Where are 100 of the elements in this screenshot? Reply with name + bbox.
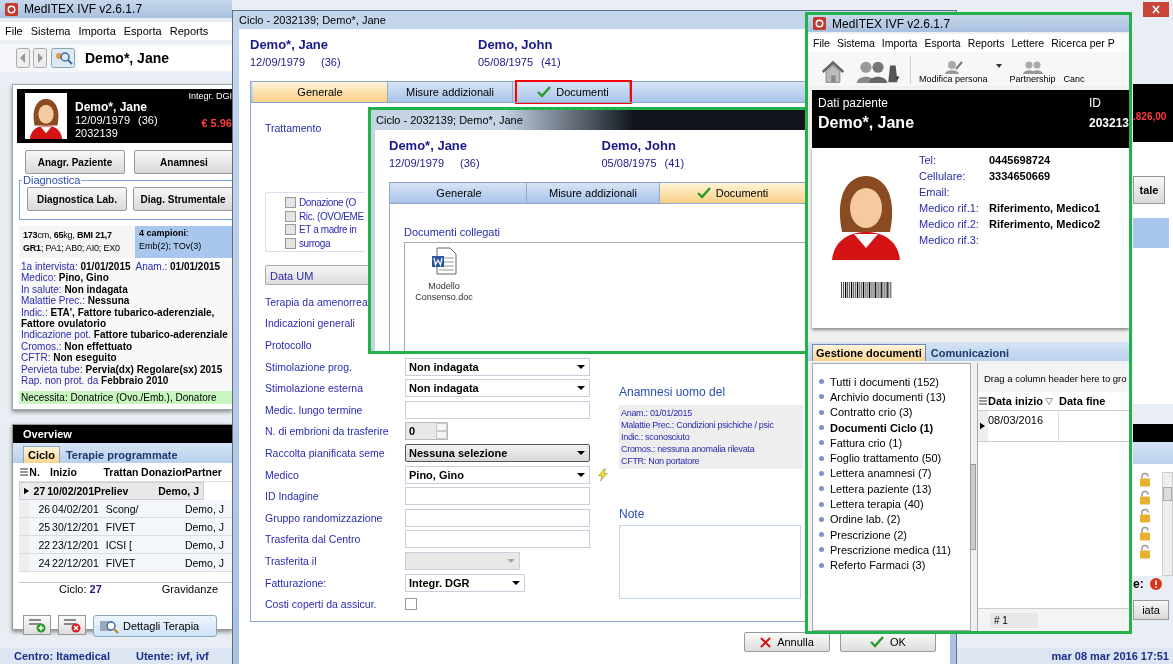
tab[interactable]: Misure addizionali xyxy=(388,82,513,102)
toolbar-button[interactable]: Canc xyxy=(1063,74,1085,84)
table-row[interactable]: 22 23/12/201 ICSI [ Demo, J xyxy=(19,536,232,554)
patient-field[interactable]: Demo*, Jane xyxy=(79,46,232,70)
category-item[interactable]: Lettera anamnesi (7) xyxy=(819,465,970,482)
tab[interactable]: Comunicazioni xyxy=(927,345,1012,361)
file-name[interactable]: Modello Consenso.doc xyxy=(412,281,476,303)
group-hint: Drag a column header here to gro xyxy=(978,363,1129,392)
category-item[interactable]: Foglio trattamento (50) xyxy=(819,450,970,466)
category-item[interactable]: Prescrizione (2) xyxy=(819,526,970,543)
category-item[interactable]: Fattura crio (1) xyxy=(819,435,970,451)
tab[interactable]: Terapie programmate xyxy=(61,447,182,463)
category-item[interactable]: Contratto crio (3) xyxy=(819,404,970,420)
table-row[interactable]: 25 30/12/201 FIVET Demo, J xyxy=(19,518,232,536)
back-button[interactable] xyxy=(16,48,30,68)
column-header[interactable]: Donazior xyxy=(141,466,186,478)
menu-item[interactable]: Ricerca per P xyxy=(1051,37,1115,49)
action-button[interactable]: Anamnesi xyxy=(134,150,232,174)
category-item[interactable]: Prescrizione medica (11) xyxy=(819,542,970,558)
checkbox[interactable] xyxy=(285,197,296,209)
tab[interactable]: Documenti xyxy=(517,82,630,102)
delete-button[interactable] xyxy=(58,615,86,635)
details-button[interactable]: Dettagli Terapia xyxy=(93,615,217,637)
checkbox[interactable] xyxy=(405,598,417,611)
menu-item[interactable]: Reports xyxy=(967,37,1005,49)
date-dropdown[interactable]: Data UM xyxy=(265,265,369,285)
action-button[interactable]: iata xyxy=(1133,600,1169,620)
checkbox[interactable] xyxy=(285,224,296,236)
table-cell-text: Demo, J xyxy=(184,556,225,569)
tab[interactable]: Generale xyxy=(253,82,388,102)
column-header[interactable]: Partner xyxy=(185,466,232,478)
menu-item[interactable]: Lettere xyxy=(1011,37,1045,49)
table-row[interactable]: 27 10/02/201Preliev Demo, J xyxy=(19,482,204,500)
lock-icon xyxy=(1139,490,1151,505)
category-item[interactable]: Referto Farmaci (3) xyxy=(819,557,970,573)
checkbox[interactable] xyxy=(285,237,296,249)
tab[interactable]: Generale xyxy=(392,183,527,203)
input-field[interactable] xyxy=(405,487,590,506)
close-button[interactable] xyxy=(1143,2,1169,17)
search-icon[interactable] xyxy=(50,48,76,68)
menu-item[interactable]: Esporta xyxy=(924,37,961,49)
caret-icon[interactable] xyxy=(995,64,1002,68)
menu-item[interactable]: Sistema xyxy=(836,37,875,49)
ok-button[interactable]: OK xyxy=(840,632,936,652)
category-item[interactable]: Archivio documenti (13) xyxy=(819,389,970,405)
anamnesis-summary: Anam.: 01/01/2015 Malattie Prec.: Condizioni psichiche / psic Indic.: sconosciuto Cromos.: nessuna anomalia rilevata CFTR: Non portatore xyxy=(619,405,803,469)
tab[interactable]: Ciclo xyxy=(23,446,60,463)
dropdown[interactable]: Nessuna selezione xyxy=(405,443,590,462)
menu-item[interactable]: Esporta xyxy=(123,25,162,37)
menu-item[interactable]: File xyxy=(5,25,23,37)
number-field[interactable]: 0 xyxy=(405,422,448,441)
column-chooser-icon[interactable] xyxy=(979,397,987,405)
tab[interactable]: Gestione documenti xyxy=(812,344,926,361)
column-header[interactable]: N. xyxy=(29,466,50,478)
birth-date: 12/09/1979 xyxy=(75,114,131,127)
action-button[interactable]: Diagnostica Lab. xyxy=(27,187,127,211)
column-header[interactable]: Inizio xyxy=(50,466,104,478)
category-item[interactable]: Tutti i documenti (152) xyxy=(819,374,970,390)
forward-button[interactable] xyxy=(33,48,47,68)
scroll-bar[interactable] xyxy=(1161,472,1173,576)
toolbar-button[interactable]: Modifica persona xyxy=(919,60,988,84)
dropdown[interactable]: Integr. DGR xyxy=(405,573,525,592)
menu-item[interactable]: Sistema xyxy=(30,25,71,37)
menu-item[interactable]: File xyxy=(813,37,830,49)
category-item[interactable]: Lettera terapia (40) xyxy=(819,496,970,512)
tab[interactable]: Documenti xyxy=(660,183,806,203)
action-button[interactable]: Anagr. Paziente xyxy=(25,150,125,174)
table-row[interactable]: 26 04/02/201 Scong/ Demo, J xyxy=(19,500,232,518)
cancel-button[interactable]: Annulla xyxy=(744,632,830,652)
add-button[interactable] xyxy=(23,615,51,635)
toolbar-button[interactable]: Partnership xyxy=(1009,60,1056,84)
word-document-icon[interactable] xyxy=(431,247,457,275)
checkbox[interactable] xyxy=(285,210,296,222)
menu-item[interactable]: Importa xyxy=(881,37,918,49)
home-icon[interactable] xyxy=(820,60,846,84)
splitter-handle[interactable] xyxy=(970,464,976,550)
dropdown[interactable]: Pino, Gino xyxy=(405,465,590,484)
menu-item[interactable]: Importa xyxy=(78,25,116,37)
column-chooser-icon[interactable] xyxy=(20,468,29,476)
column-header[interactable]: Data inizio xyxy=(988,395,1043,407)
action-button[interactable]: tale xyxy=(1133,176,1165,204)
table-row[interactable]: 24 22/12/201 FIVET Demo, J xyxy=(19,554,232,572)
category-item[interactable]: Documenti Ciclo (1) xyxy=(819,419,970,436)
action-button[interactable]: Diag. Strumentale xyxy=(133,187,232,211)
category-item[interactable]: Lettera paziente (13) xyxy=(819,481,970,497)
category-item[interactable]: Ordine lab. (2) xyxy=(819,511,970,527)
sort-icon[interactable] xyxy=(1045,397,1053,405)
column-header[interactable]: Trattan xyxy=(103,466,142,478)
dropdown[interactable]: Non indagata xyxy=(405,379,590,398)
column-header[interactable]: Data fine xyxy=(1059,395,1129,407)
input-field[interactable] xyxy=(405,530,590,549)
dropdown[interactable]: Non indagata xyxy=(405,357,590,376)
dropdown[interactable] xyxy=(405,551,520,570)
input-field[interactable] xyxy=(405,508,590,527)
input-field[interactable] xyxy=(405,400,590,419)
patient-age: (36) xyxy=(321,56,341,68)
menu-item[interactable]: Reports xyxy=(169,25,209,37)
notes-field[interactable] xyxy=(619,525,801,599)
avatar-icon xyxy=(27,97,65,139)
field-label: Indicazioni generali xyxy=(265,317,355,330)
